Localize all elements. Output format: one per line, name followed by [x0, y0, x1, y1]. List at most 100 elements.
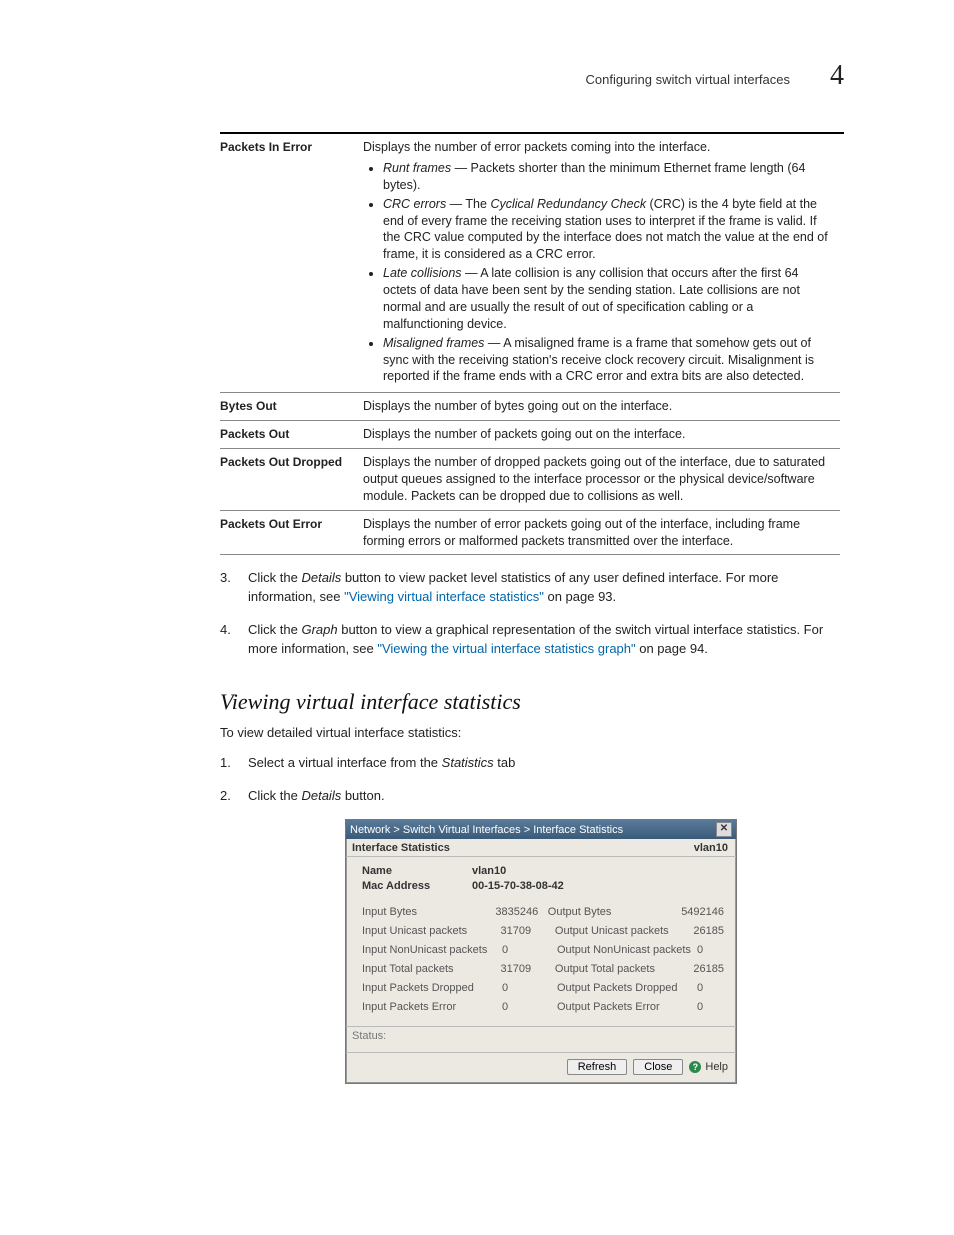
statistics-tab-ref: Statistics — [442, 755, 494, 770]
bullet-text: — The Cyclical Redundancy Check (CRC) is… — [383, 197, 828, 262]
stat-value: 3835246 — [495, 906, 547, 918]
stat-value: 0 — [502, 982, 557, 994]
stats-row: Input NonUnicast packets 0 Output NonUni… — [362, 944, 724, 956]
step-4: 4. Click the Graph button to view a grap… — [220, 621, 840, 659]
section-intro: To view detailed virtual interface stati… — [220, 725, 844, 740]
stats-row: Input Unicast packets 31709 Output Unica… — [362, 925, 724, 937]
step-content: Click the Details button. — [248, 787, 840, 806]
term-cell: Packets In Error — [220, 134, 363, 393]
definitions-table: Packets In Error Displays the number of … — [220, 134, 840, 555]
dialog-button-row: Refresh Close ? Help — [346, 1053, 736, 1083]
stat-value: 26185 — [693, 963, 724, 975]
table-row: Packets Out Displays the number of packe… — [220, 421, 840, 449]
list-item: CRC errors — The Cyclical Redundancy Che… — [383, 196, 832, 264]
term-cell: Packets Out Error — [220, 510, 363, 555]
step-content: Click the Details button to view packet … — [248, 569, 840, 607]
table-row: Packets In Error Displays the number of … — [220, 134, 840, 393]
refresh-button[interactable]: Refresh — [567, 1059, 628, 1075]
stat-value: 5492146 — [681, 906, 724, 918]
bullet-list: Runt frames — Packets shorter than the m… — [363, 160, 832, 385]
stat-value: 31709 — [501, 925, 555, 937]
bullet-lead: Misaligned frames — [383, 336, 484, 350]
chapter-number: 4 — [830, 60, 844, 92]
dialog-titlebar: Network > Switch Virtual Interfaces > In… — [346, 820, 736, 839]
step-3: 3. Click the Details button to view pack… — [220, 569, 840, 607]
step-number: 3. — [220, 569, 248, 607]
stat-value: 26185 — [693, 925, 724, 937]
stat-value: 0 — [502, 1001, 557, 1013]
desc-cell: Displays the number of bytes going out o… — [363, 393, 840, 421]
stat-value: 0 — [502, 944, 557, 956]
stat-value: 0 — [697, 944, 724, 956]
details-button-ref: Details — [301, 788, 341, 803]
bullet-lead: CRC errors — [383, 197, 446, 211]
numbered-steps-a: 3. Click the Details button to view pack… — [220, 569, 840, 658]
stat-label: Input Packets Error — [362, 1001, 502, 1013]
status-bar: Status: — [346, 1026, 736, 1053]
stat-label: Output Total packets — [555, 963, 694, 975]
section-heading: Viewing virtual interface statistics — [220, 689, 844, 715]
list-item: Late collisions — A late collision is an… — [383, 265, 832, 333]
step-number: 4. — [220, 621, 248, 659]
term-cell: Packets Out — [220, 421, 363, 449]
help-icon: ? — [689, 1061, 701, 1073]
stat-label: Output Packets Error — [557, 1001, 697, 1013]
stat-label: Output NonUnicast packets — [557, 944, 697, 956]
term-cell: Bytes Out — [220, 393, 363, 421]
stat-label: Input NonUnicast packets — [362, 944, 502, 956]
help-label: Help — [705, 1061, 728, 1073]
dialog-subtitle-right: vlan10 — [694, 842, 728, 854]
desc-cell: Displays the number of packets going out… — [363, 421, 840, 449]
stat-label: Input Total packets — [362, 963, 501, 975]
step-2: 2. Click the Details button. — [220, 787, 840, 806]
mac-label: Mac Address — [362, 880, 472, 892]
desc-cell: Displays the number of error packets com… — [363, 134, 840, 393]
stat-label: Input Packets Dropped — [362, 982, 502, 994]
name-row: Name vlan10 — [362, 865, 724, 877]
stats-grid: Input Bytes 3835246 Output Bytes 5492146… — [362, 906, 724, 1013]
table-row: Bytes Out Displays the number of bytes g… — [220, 393, 840, 421]
step-number: 2. — [220, 787, 248, 806]
running-title: Configuring switch virtual interfaces — [586, 72, 790, 87]
xref-statistics-graph[interactable]: "Viewing the virtual interface statistic… — [377, 641, 635, 656]
mac-row: Mac Address 00-15-70-38-08-42 — [362, 880, 724, 892]
step-content: Click the Graph button to view a graphic… — [248, 621, 840, 659]
xref-viewing-statistics[interactable]: "Viewing virtual interface statistics" — [344, 589, 544, 604]
close-icon[interactable]: ✕ — [716, 822, 732, 837]
name-value: vlan10 — [472, 865, 506, 877]
help-link[interactable]: ? Help — [689, 1061, 728, 1073]
running-header: Configuring switch virtual interfaces 4 — [120, 60, 844, 92]
graph-button-ref: Graph — [301, 622, 337, 637]
bullet-lead: Late collisions — [383, 266, 462, 280]
term-cell: Packets Out Dropped — [220, 449, 363, 511]
stat-label: Output Unicast packets — [555, 925, 694, 937]
list-item: Runt frames — Packets shorter than the m… — [383, 160, 832, 194]
stats-row: Input Packets Error 0 Output Packets Err… — [362, 1001, 724, 1013]
name-label: Name — [362, 865, 472, 877]
desc-cell: Displays the number of dropped packets g… — [363, 449, 840, 511]
stat-label: Input Bytes — [362, 906, 495, 918]
stats-row: Input Packets Dropped 0 Output Packets D… — [362, 982, 724, 994]
details-button-ref: Details — [301, 570, 341, 585]
document-page: Configuring switch virtual interfaces 4 … — [0, 0, 954, 1235]
desc-intro: Displays the number of error packets com… — [363, 140, 710, 154]
interface-statistics-dialog: Network > Switch Virtual Interfaces > In… — [345, 819, 737, 1084]
close-button[interactable]: Close — [633, 1059, 683, 1075]
step-1: 1. Select a virtual interface from the S… — [220, 754, 840, 773]
dialog-subtitle-left: Interface Statistics — [352, 842, 450, 854]
step-number: 1. — [220, 754, 248, 773]
desc-cell: Displays the number of error packets goi… — [363, 510, 840, 555]
step-content: Select a virtual interface from the Stat… — [248, 754, 840, 773]
stat-value: 31709 — [501, 963, 555, 975]
stat-label: Input Unicast packets — [362, 925, 501, 937]
stats-row: Input Total packets 31709 Output Total p… — [362, 963, 724, 975]
dialog-body: Name vlan10 Mac Address 00-15-70-38-08-4… — [346, 857, 736, 1026]
numbered-steps-b: 1. Select a virtual interface from the S… — [220, 754, 840, 806]
list-item: Misaligned frames — A misaligned frame i… — [383, 335, 832, 386]
stats-row: Input Bytes 3835246 Output Bytes 5492146 — [362, 906, 724, 918]
stat-label: Output Packets Dropped — [557, 982, 697, 994]
dialog-breadcrumb: Network > Switch Virtual Interfaces > In… — [350, 824, 623, 836]
table-row: Packets Out Dropped Displays the number … — [220, 449, 840, 511]
bullet-lead: Runt frames — [383, 161, 451, 175]
stat-value: 0 — [697, 982, 724, 994]
